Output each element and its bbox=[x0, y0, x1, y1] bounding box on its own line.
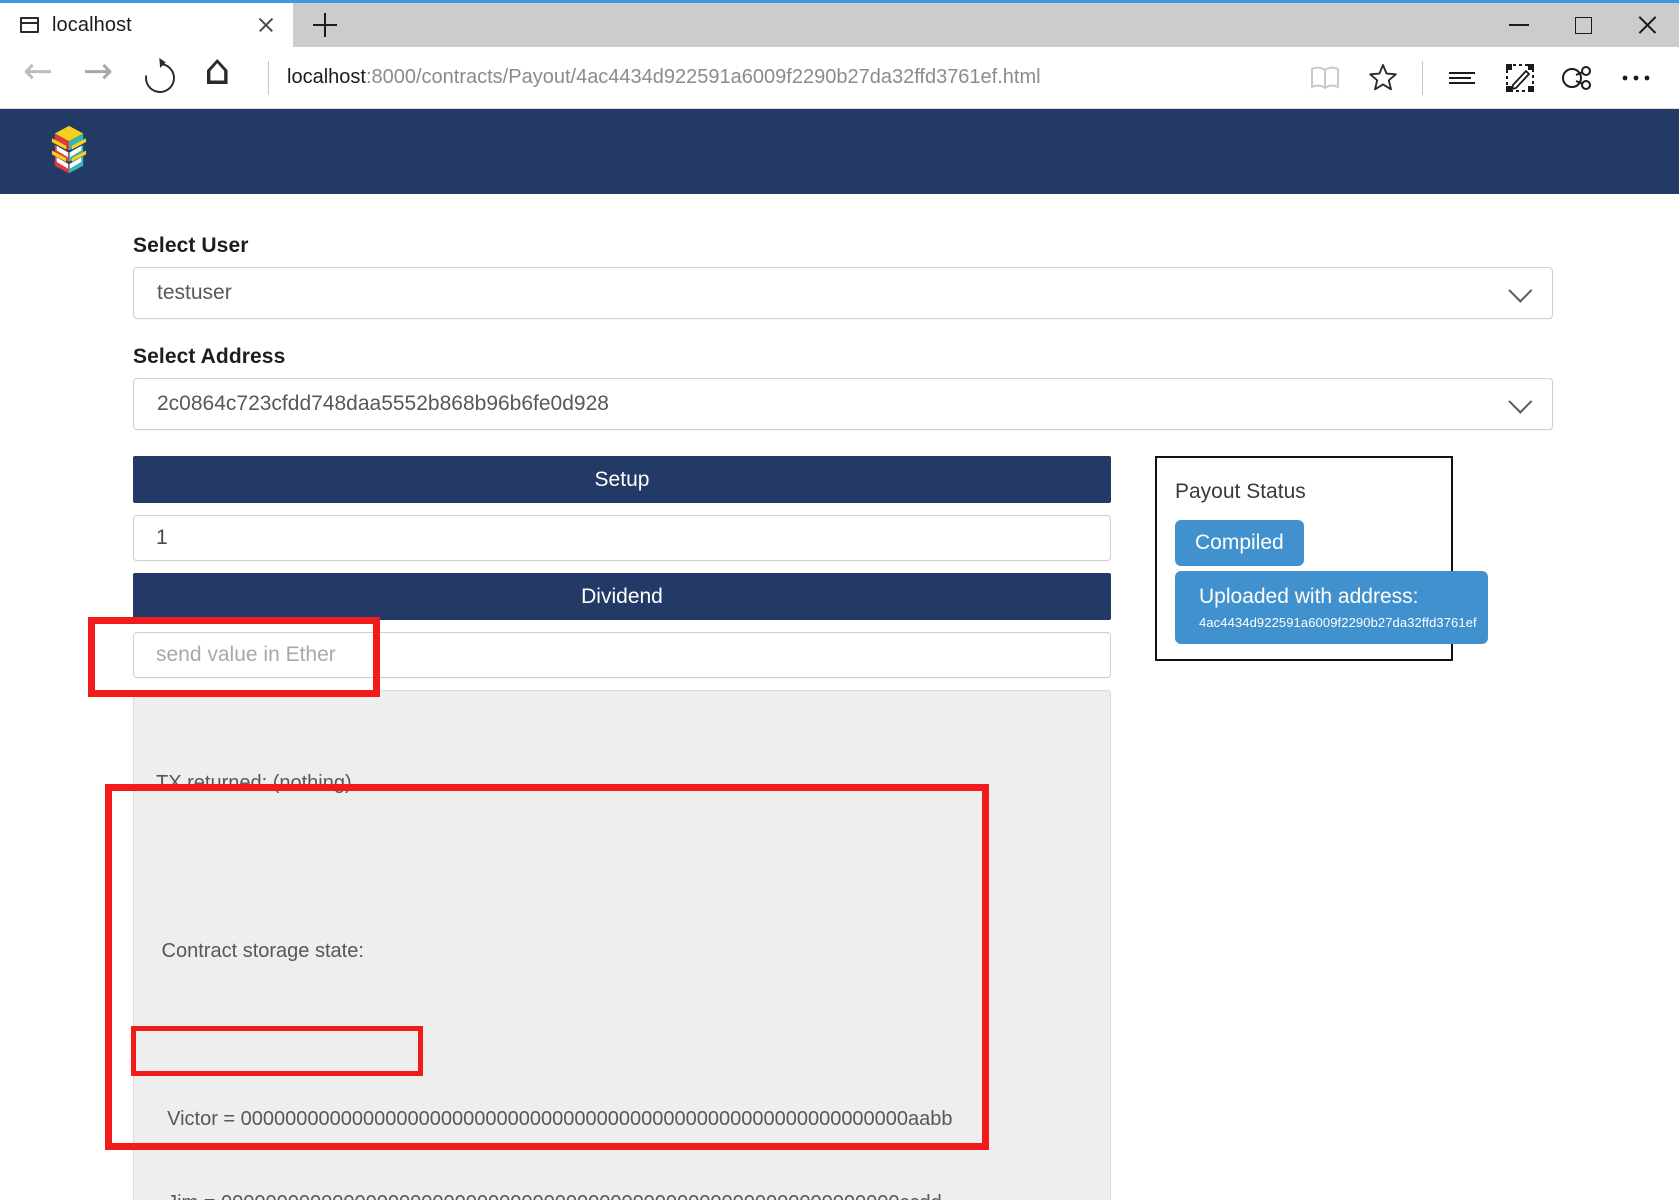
web-note-icon bbox=[1506, 63, 1534, 92]
compiled-status-badge: Compiled bbox=[1175, 520, 1304, 566]
favorites-button[interactable] bbox=[1354, 53, 1412, 103]
window-controls bbox=[1487, 3, 1679, 47]
output-panel: TX returned: (nothing) Contract storage … bbox=[133, 690, 1111, 1200]
maximize-icon bbox=[1574, 16, 1592, 34]
select-address-dropdown[interactable]: 2c0864c723cfdd748daa5552b868b96b6fe0d928 bbox=[133, 378, 1553, 430]
share-icon bbox=[1562, 65, 1591, 90]
reading-view-button[interactable] bbox=[1296, 53, 1354, 103]
share-button[interactable] bbox=[1549, 53, 1607, 103]
setup-input[interactable]: 1 bbox=[133, 515, 1111, 561]
app-header-bar bbox=[0, 109, 1679, 194]
web-page: Select User testuser Select Address 2c08… bbox=[0, 109, 1679, 1200]
home-button[interactable] bbox=[190, 53, 250, 103]
more-options-button[interactable] bbox=[1607, 53, 1665, 103]
select-user-value: testuser bbox=[157, 281, 232, 304]
chevron-down-icon bbox=[1508, 389, 1533, 414]
more-options-icon bbox=[1622, 75, 1650, 80]
tab-strip: localhost bbox=[0, 3, 1679, 47]
contract-actions-column: Setup 1 Dividend send value in Ether TX … bbox=[133, 456, 1111, 1200]
minimize-icon bbox=[1509, 24, 1529, 26]
maximize-button[interactable] bbox=[1551, 3, 1615, 47]
web-note-button[interactable] bbox=[1491, 53, 1549, 103]
forward-button[interactable] bbox=[70, 53, 130, 103]
home-icon bbox=[204, 55, 236, 93]
select-user-dropdown[interactable]: testuser bbox=[133, 267, 1553, 319]
setup-button[interactable]: Setup bbox=[133, 456, 1111, 503]
select-address-label: Select Address bbox=[133, 345, 286, 368]
browser-toolbar: localhost:8000/contracts/Payout/4ac4434d… bbox=[0, 47, 1679, 109]
select-address-value: 2c0864c723cfdd748daa5552b868b96b6fe0d928 bbox=[157, 392, 609, 415]
storage-line-jim: Jim = 0000000000000000000000000000000000… bbox=[156, 1189, 1110, 1200]
chevron-down-icon bbox=[1508, 278, 1533, 303]
back-arrow-icon bbox=[23, 61, 57, 89]
tx-returned-line: TX returned: (nothing) bbox=[156, 772, 352, 794]
uploaded-label: Uploaded with address: bbox=[1199, 585, 1419, 608]
close-icon[interactable] bbox=[253, 12, 279, 38]
minimize-button[interactable] bbox=[1487, 3, 1551, 47]
url-path: :8000/contracts/Payout/4ac4434d922591a60… bbox=[365, 66, 1041, 88]
browser-window: localhost localhost:8000/contracts/Payou… bbox=[0, 0, 1679, 1200]
select-user-label: Select User bbox=[133, 234, 249, 257]
browser-tab-localhost[interactable]: localhost bbox=[0, 3, 293, 47]
uploaded-status-badge: Uploaded with address: 4ac4434d922591a60… bbox=[1175, 571, 1488, 644]
storage-line-victor: Victor = 0000000000000000000000000000000… bbox=[156, 1108, 953, 1130]
page-content: Select User testuser Select Address 2c08… bbox=[0, 194, 1679, 1200]
back-button[interactable] bbox=[10, 53, 70, 103]
lower-section: Setup 1 Dividend send value in Ether TX … bbox=[0, 456, 1679, 1200]
toolbar-divider bbox=[268, 60, 269, 95]
isometric-blocks-logo bbox=[51, 125, 87, 174]
payout-status-panel: Payout Status Compiled Uploaded with add… bbox=[1155, 456, 1488, 661]
status-column: Payout Status Compiled Uploaded with add… bbox=[1155, 456, 1488, 661]
storage-state-header: Contract storage state: bbox=[156, 940, 364, 962]
payout-status-title: Payout Status bbox=[1175, 480, 1306, 503]
plus-icon bbox=[313, 13, 337, 37]
dividend-button[interactable]: Dividend bbox=[133, 573, 1111, 620]
address-bar[interactable]: localhost:8000/contracts/Payout/4ac4434d… bbox=[281, 55, 1296, 101]
close-window-button[interactable] bbox=[1615, 3, 1679, 47]
dividend-input[interactable]: send value in Ether bbox=[133, 632, 1111, 678]
url-host: localhost bbox=[287, 66, 366, 88]
close-icon bbox=[1637, 15, 1657, 35]
forward-arrow-icon bbox=[83, 61, 117, 89]
hub-button[interactable] bbox=[1433, 53, 1491, 103]
toolbar-actions bbox=[1296, 53, 1665, 103]
new-tab-button[interactable] bbox=[293, 3, 357, 47]
reading-view-icon bbox=[1311, 66, 1339, 89]
uploaded-address: 4ac4434d922591a6009f2290b27da32ffd3761ef bbox=[1199, 615, 1477, 630]
reload-button[interactable] bbox=[130, 53, 190, 103]
hub-icon bbox=[1449, 71, 1475, 84]
top-form: Select User testuser Select Address 2c08… bbox=[133, 234, 1553, 430]
favorites-star-icon bbox=[1369, 64, 1397, 91]
toolbar-divider-2 bbox=[1422, 60, 1423, 95]
tab-title: localhost bbox=[52, 13, 132, 36]
window-icon bbox=[20, 17, 39, 33]
reload-icon bbox=[139, 56, 181, 99]
